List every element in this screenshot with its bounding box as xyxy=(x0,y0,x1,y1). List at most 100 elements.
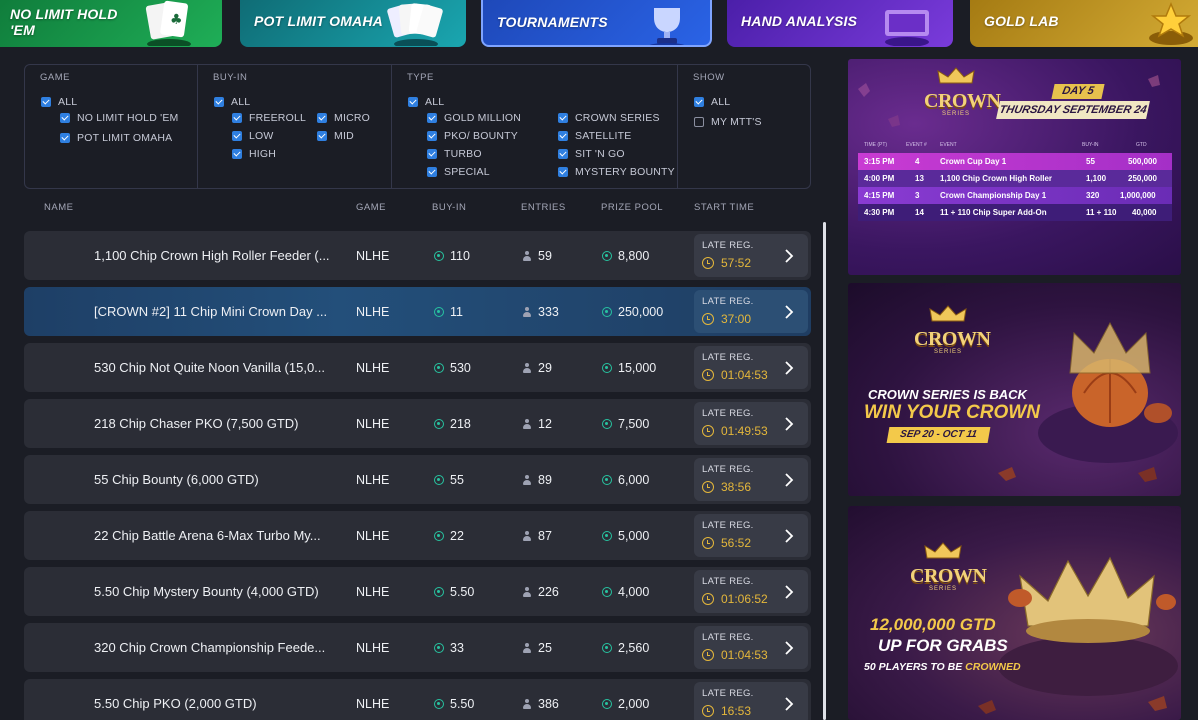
tournament-name: 22 Chip Battle Arena 6-Max Turbo My... xyxy=(94,528,321,543)
promo-guarantee[interactable]: CROWN SERIES 12,000,000 GTD UP FOR GRABS… xyxy=(848,506,1181,720)
chevron-right-icon[interactable] xyxy=(782,528,796,544)
filter-buyin-micro[interactable]: MICRO xyxy=(317,112,370,124)
tournament-buyin: 11 xyxy=(434,287,463,336)
clock-icon xyxy=(702,313,714,325)
filter-buyin-freeroll[interactable]: FREEROLL xyxy=(232,112,306,124)
column-header-name[interactable]: NAME xyxy=(44,202,73,213)
crown-series-logo: CROWN SERIES xyxy=(910,542,987,592)
tournament-buyin: 33 xyxy=(434,623,464,672)
column-header-start-time[interactable]: START TIME xyxy=(694,202,754,213)
table-row[interactable]: 320 Chip Crown Championship Feede... NLH… xyxy=(24,623,811,672)
crown-icon xyxy=(937,67,975,84)
person-icon xyxy=(522,474,532,485)
chevron-right-icon[interactable] xyxy=(782,696,796,712)
filter-buyin-high[interactable]: HIGH xyxy=(232,148,276,160)
filter-game-plo[interactable]: POT LIMIT OMAHA xyxy=(60,132,172,144)
chevron-right-icon[interactable] xyxy=(782,304,796,320)
promo-headline: CROWN SERIES IS BACK xyxy=(868,387,1027,402)
schedule-row: 4:30 PM 14 11 + 110 Chip Super Add-On 11… xyxy=(858,204,1172,221)
chip-icon xyxy=(602,586,612,597)
crown-series-logo: CROWN SERIES xyxy=(914,305,991,355)
late-reg-countdown: 01:06:52 xyxy=(702,592,768,606)
tab-tournaments[interactable]: TOURNAMENTS xyxy=(481,0,712,47)
clock-icon xyxy=(702,481,714,493)
filter-buyin-mid[interactable]: MID xyxy=(317,130,354,142)
checkbox-checked-icon xyxy=(317,113,327,123)
filter-type-gold-million[interactable]: GOLD MILLION xyxy=(427,112,521,124)
filter-game-nlhe[interactable]: NO LIMIT HOLD 'EM xyxy=(60,112,178,124)
filter-type-pko-bounty[interactable]: PKO/ BOUNTY xyxy=(427,130,518,142)
late-reg-label: LATE REG. xyxy=(702,688,754,699)
table-row[interactable]: 218 Chip Chaser PKO (7,500 GTD) NLHE 218… xyxy=(24,399,811,448)
filter-type-all[interactable]: ALL xyxy=(408,96,444,108)
late-reg-label: LATE REG. xyxy=(702,408,754,419)
tournament-entries: 386 xyxy=(522,679,559,720)
table-row[interactable]: 530 Chip Not Quite Noon Vanilla (15,0...… xyxy=(24,343,811,392)
column-header-buyin[interactable]: BUY-IN xyxy=(432,202,466,213)
chip-icon xyxy=(602,530,612,541)
tournament-game: NLHE xyxy=(356,696,390,711)
filter-header: SHOW xyxy=(693,72,725,83)
tab-nlhe[interactable]: NO LIMIT HOLD 'EM ♣ xyxy=(0,0,222,47)
person-icon xyxy=(522,642,532,653)
filter-type-mystery-bounty[interactable]: MYSTERY BOUNTY xyxy=(558,166,675,178)
person-icon xyxy=(522,698,532,709)
list-scrollbar[interactable] xyxy=(823,222,826,720)
filter-type-special[interactable]: SPECIAL xyxy=(427,166,490,178)
filter-show-my-mtts[interactable]: MY MTT'S xyxy=(694,116,762,128)
late-reg-label: LATE REG. xyxy=(702,520,754,531)
tournament-entries: 333 xyxy=(522,287,559,336)
late-reg-label: LATE REG. xyxy=(702,632,754,643)
promo-dates: SEP 20 - OCT 11 xyxy=(886,427,991,443)
person-icon xyxy=(522,418,532,429)
tournament-buyin: 55 xyxy=(434,455,464,504)
tournament-buyin: 5.50 xyxy=(434,679,474,720)
filter-show-all[interactable]: ALL xyxy=(694,96,730,108)
column-header-prize-pool[interactable]: PRIZE POOL xyxy=(601,202,663,213)
checkbox-checked-icon xyxy=(317,131,327,141)
chip-icon xyxy=(602,642,612,653)
filter-buyin-all[interactable]: ALL xyxy=(214,96,250,108)
table-row[interactable]: 5.50 Chip PKO (2,000 GTD) NLHE 5.50 386 … xyxy=(24,679,811,720)
late-reg-label: LATE REG. xyxy=(702,576,754,587)
late-reg-countdown: 56:52 xyxy=(702,536,751,550)
chevron-right-icon[interactable] xyxy=(782,416,796,432)
playing-cards-icon xyxy=(387,3,443,46)
start-time-box: LATE REG. 01:04:53 xyxy=(694,346,808,389)
tab-gold-lab[interactable]: GOLD LAB xyxy=(970,0,1198,47)
chevron-right-icon[interactable] xyxy=(782,472,796,488)
table-row[interactable]: [CROWN #2] 11 Chip Mini Crown Day ... NL… xyxy=(24,287,811,336)
tournament-buyin: 22 xyxy=(434,511,464,560)
chevron-right-icon[interactable] xyxy=(782,360,796,376)
filter-type-sit-n-go[interactable]: SIT 'N GO xyxy=(558,148,625,160)
tab-hand-analysis[interactable]: HAND ANALYSIS xyxy=(727,0,953,47)
column-header-entries[interactable]: ENTRIES xyxy=(521,202,566,213)
filter-type-turbo[interactable]: TURBO xyxy=(427,148,482,160)
chevron-right-icon[interactable] xyxy=(782,640,796,656)
filter-game-all[interactable]: ALL xyxy=(41,96,77,108)
checkbox-checked-icon xyxy=(558,167,568,177)
crown-trophy-illustration xyxy=(978,556,1178,714)
chevron-right-icon[interactable] xyxy=(782,248,796,264)
tab-label: HAND ANALYSIS xyxy=(741,13,858,29)
table-row[interactable]: 5.50 Chip Mystery Bounty (4,000 GTD) NLH… xyxy=(24,567,811,616)
tab-label: NO LIMIT HOLD 'EM xyxy=(10,6,118,38)
tournament-entries: 87 xyxy=(522,511,552,560)
promo-crown-series[interactable]: CROWN SERIES CROWN SERIES IS BACK WIN YO… xyxy=(848,283,1181,496)
chip-icon xyxy=(434,362,444,373)
chip-icon xyxy=(602,362,612,373)
chip-icon xyxy=(602,474,612,485)
table-row[interactable]: 1,100 Chip Crown High Roller Feeder (...… xyxy=(24,231,811,280)
filter-buyin-low[interactable]: LOW xyxy=(232,130,274,142)
filter-type-satellite[interactable]: SATELLITE xyxy=(558,130,631,142)
table-row[interactable]: 55 Chip Bounty (6,000 GTD) NLHE 55 89 6,… xyxy=(24,455,811,504)
column-header-game[interactable]: GAME xyxy=(356,202,386,213)
filter-type-crown-series[interactable]: CROWN SERIES xyxy=(558,112,660,124)
tournament-game: NLHE xyxy=(356,360,390,375)
filter-header: GAME xyxy=(40,72,70,83)
table-row[interactable]: 22 Chip Battle Arena 6-Max Turbo My... N… xyxy=(24,511,811,560)
tab-plo[interactable]: POT LIMIT OMAHA xyxy=(240,0,466,47)
checkbox-checked-icon xyxy=(427,131,437,141)
promo-day-schedule[interactable]: CROWN SERIES DAY 5 THURSDAY SEPTEMBER 24… xyxy=(848,59,1181,275)
chevron-right-icon[interactable] xyxy=(782,584,796,600)
